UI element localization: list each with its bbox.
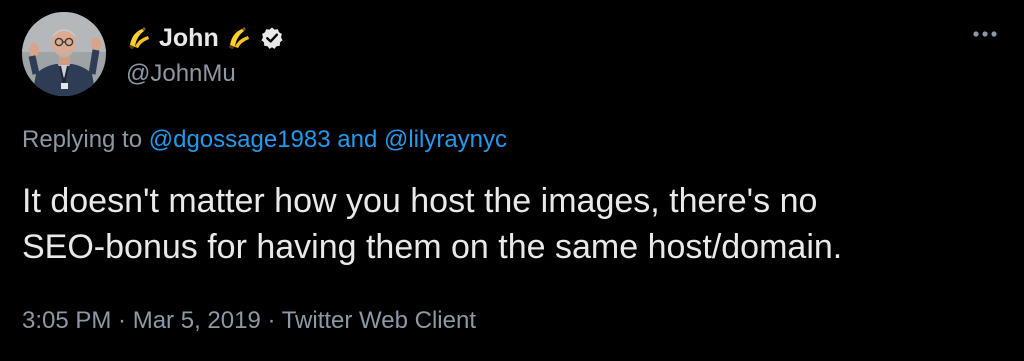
- tweet-time[interactable]: 3:05 PM: [22, 307, 111, 334]
- more-horizontal-icon[interactable]: [968, 22, 1002, 46]
- verified-badge-icon: [260, 26, 284, 50]
- author-handle[interactable]: @JohnMu: [126, 58, 236, 90]
- mention-link[interactable]: @lilyraynyc: [384, 126, 507, 153]
- replying-to-line: Replying to @dgossage1983 and @lilyrayny…: [22, 124, 507, 156]
- meta-separator: ·: [111, 307, 133, 334]
- banana-icon: [226, 25, 252, 51]
- tweet-date[interactable]: Mar 5, 2019: [133, 307, 261, 334]
- tweet-card: John @JohnMu Replying to @dgossage1983 a…: [0, 0, 1024, 361]
- avatar[interactable]: [22, 12, 106, 96]
- tweet-text: It doesn't matter how you host the image…: [22, 182, 843, 266]
- tweet-client[interactable]: Twitter Web Client: [282, 307, 476, 334]
- display-name: John: [159, 24, 219, 52]
- banana-icon: [126, 25, 152, 51]
- profile-photo: [22, 12, 106, 96]
- mention-link[interactable]: @dgossage1983: [149, 126, 331, 153]
- meta-separator: ·: [260, 307, 282, 334]
- tweet-metadata: 3:05 PM · Mar 5, 2019 · Twitter Web Clie…: [22, 305, 476, 337]
- replying-to-label: Replying to: [22, 126, 149, 153]
- author-name-row[interactable]: John: [126, 20, 284, 56]
- mention-joiner[interactable]: and: [331, 126, 384, 153]
